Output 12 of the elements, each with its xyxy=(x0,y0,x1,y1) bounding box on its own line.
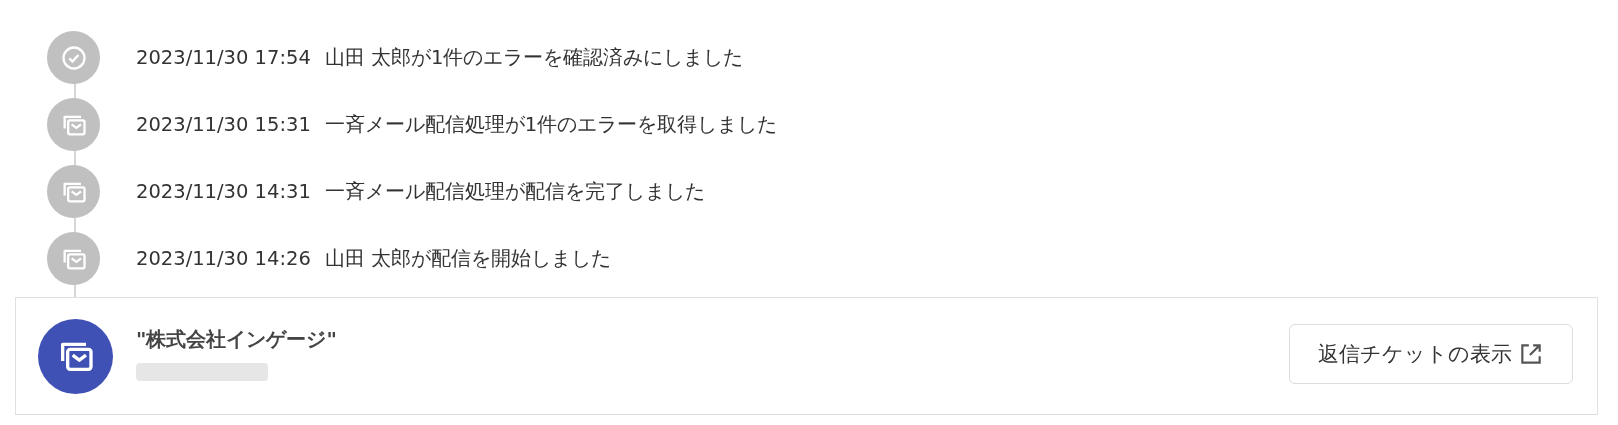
check-circle-icon xyxy=(59,43,88,72)
event-time: 2023/11/30 17:54 xyxy=(136,46,311,69)
event-message: 一斉メール配信処理が配信を完了しました xyxy=(324,179,705,205)
event-time: 2023/11/30 15:31 xyxy=(136,113,311,136)
reply-ticket-button[interactable]: 返信チケットの表示 xyxy=(1289,324,1573,384)
event-time: 2023/11/30 14:31 xyxy=(136,180,311,203)
event-time: 2023/11/30 14:26 xyxy=(136,247,311,270)
external-link-icon xyxy=(1518,341,1544,367)
event-message: 山田 太郎が1件のエラーを確認済みにしました xyxy=(324,45,744,71)
event-message: 山田 太郎が配信を開始しました xyxy=(324,246,611,272)
sender-name: "株式会社インゲージ" xyxy=(136,325,338,353)
event-message: 一斉メール配信処理が1件のエラーを取得しました xyxy=(324,112,778,138)
